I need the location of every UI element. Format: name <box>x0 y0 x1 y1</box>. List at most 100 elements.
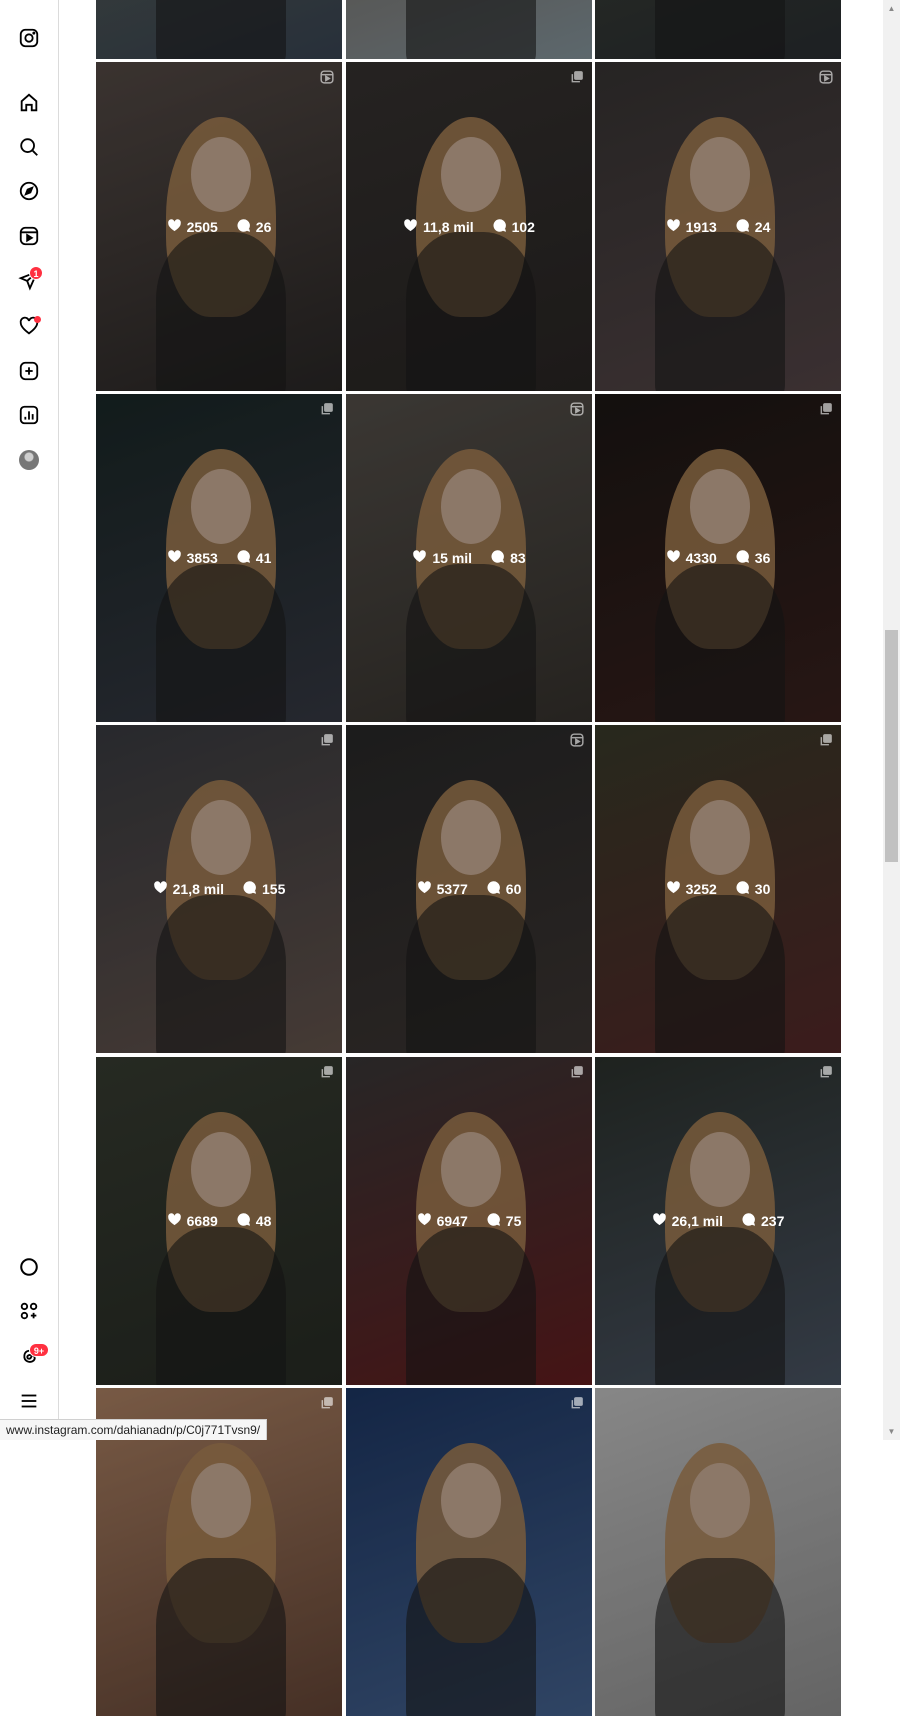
post-tile[interactable] <box>96 0 342 59</box>
post-tile[interactable]: 15 mil 83 <box>346 394 592 722</box>
notifications-dot <box>34 316 41 323</box>
post-stats: 3252 30 <box>595 880 841 898</box>
likes-count: 3853 <box>186 550 218 566</box>
post-tile[interactable]: 21,8 mil 155 <box>96 725 342 1053</box>
post-tile[interactable]: 5377 60 <box>346 725 592 1053</box>
carousel-icon <box>570 1065 584 1079</box>
menu-icon[interactable] <box>16 1388 42 1414</box>
comments-count: 60 <box>505 881 522 897</box>
post-tile[interactable]: 3252 30 <box>595 725 841 1053</box>
reel-icon <box>320 70 334 84</box>
likes-count: 6689 <box>186 1213 218 1229</box>
comment-icon <box>236 549 251 567</box>
carousel-icon <box>320 1396 334 1410</box>
messages-badge: 1 <box>29 266 43 280</box>
scrollbar[interactable]: ▲ ▼ <box>883 0 900 1440</box>
heart-icon <box>666 549 681 567</box>
heart-icon <box>167 218 182 236</box>
post-tile[interactable] <box>346 0 592 59</box>
post-stats: 1913 24 <box>595 218 841 236</box>
carousel-icon <box>570 70 584 84</box>
comments-count: 41 <box>255 550 272 566</box>
comment-icon <box>735 549 750 567</box>
post-tile[interactable] <box>595 1388 841 1716</box>
likes-count: 21,8 mil <box>172 881 224 897</box>
scroll-thumb[interactable] <box>885 630 898 862</box>
post-stats: 6689 48 <box>96 1212 342 1230</box>
carousel-icon <box>819 1065 833 1079</box>
comments-count: 155 <box>262 881 286 897</box>
heart-icon <box>153 880 168 898</box>
post-tile[interactable]: 4330 36 <box>595 394 841 722</box>
post-tile[interactable] <box>595 0 841 59</box>
comment-icon <box>490 549 505 567</box>
threads-badge: 9+ <box>29 1343 49 1357</box>
dashboard-icon[interactable] <box>16 402 42 428</box>
heart-icon <box>167 549 182 567</box>
instagram-logo-icon[interactable] <box>16 25 42 51</box>
comments-count: 75 <box>505 1213 522 1229</box>
comment-icon <box>486 1212 501 1230</box>
comment-icon <box>735 218 750 236</box>
comments-count: 36 <box>754 550 771 566</box>
likes-count: 26,1 mil <box>671 1213 723 1229</box>
post-tile[interactable]: 26,1 mil 237 <box>595 1057 841 1385</box>
comment-icon <box>236 1212 251 1230</box>
reel-icon <box>570 402 584 416</box>
search-icon[interactable] <box>16 134 42 160</box>
comment-icon <box>236 218 251 236</box>
heart-icon <box>666 880 681 898</box>
post-stats: 21,8 mil 155 <box>96 880 342 898</box>
comments-count: 48 <box>255 1213 272 1229</box>
likes-count: 6947 <box>436 1213 468 1229</box>
heart-icon <box>417 1212 432 1230</box>
comments-count: 26 <box>255 218 272 235</box>
heart-icon <box>403 218 418 236</box>
heart-icon <box>652 1212 667 1230</box>
scroll-up-arrow-icon[interactable]: ▲ <box>883 0 900 17</box>
post-stats: 3853 41 <box>96 549 342 567</box>
comments-count: 30 <box>754 881 771 897</box>
sidebar: 1 9+ <box>0 0 59 1440</box>
likes-count: 1913 <box>685 218 717 235</box>
post-tile[interactable] <box>346 1388 592 1716</box>
comments-count: 102 <box>511 218 535 235</box>
likes-count: 11,8 mil <box>423 218 474 235</box>
carousel-icon <box>819 733 833 747</box>
comments-count: 24 <box>754 218 771 235</box>
profile-avatar[interactable] <box>16 447 42 473</box>
reels-icon[interactable] <box>16 223 42 249</box>
comment-icon <box>735 880 750 898</box>
post-tile[interactable]: 1913 24 <box>595 62 841 391</box>
heart-icon <box>666 218 681 236</box>
post-tile[interactable]: 6947 75 <box>346 1057 592 1385</box>
post-stats: 5377 60 <box>346 880 592 898</box>
heart-icon <box>412 549 427 567</box>
heart-icon <box>167 1212 182 1230</box>
scroll-down-arrow-icon[interactable]: ▼ <box>883 1423 900 1440</box>
status-url: www.instagram.com/dahianadn/p/C0j771Tvsn… <box>0 1419 268 1440</box>
post-tile[interactable]: 6689 48 <box>96 1057 342 1385</box>
carousel-icon <box>819 402 833 416</box>
create-icon[interactable] <box>16 358 42 384</box>
comment-icon <box>486 880 501 898</box>
comment-icon <box>741 1212 756 1230</box>
post-tile[interactable]: 2505 26 <box>96 62 342 391</box>
likes-count: 15 mil <box>432 550 473 566</box>
carousel-icon <box>320 733 334 747</box>
post-tile[interactable]: 3853 41 <box>96 394 342 722</box>
comment-icon <box>492 218 507 236</box>
post-stats: 15 mil 83 <box>346 549 592 567</box>
threads-circle-icon[interactable] <box>16 1254 42 1280</box>
carousel-icon <box>570 1396 584 1410</box>
post-tile[interactable]: 11,8 mil 102 <box>346 62 592 391</box>
explore-icon[interactable] <box>16 178 42 204</box>
also-from-meta-icon[interactable] <box>16 1298 42 1324</box>
reel-icon <box>570 733 584 747</box>
heart-icon <box>417 880 432 898</box>
reel-icon <box>819 70 833 84</box>
home-icon[interactable] <box>16 90 42 116</box>
comments-count: 83 <box>510 550 526 566</box>
comment-icon <box>242 880 257 898</box>
comments-count: 237 <box>761 1213 785 1229</box>
